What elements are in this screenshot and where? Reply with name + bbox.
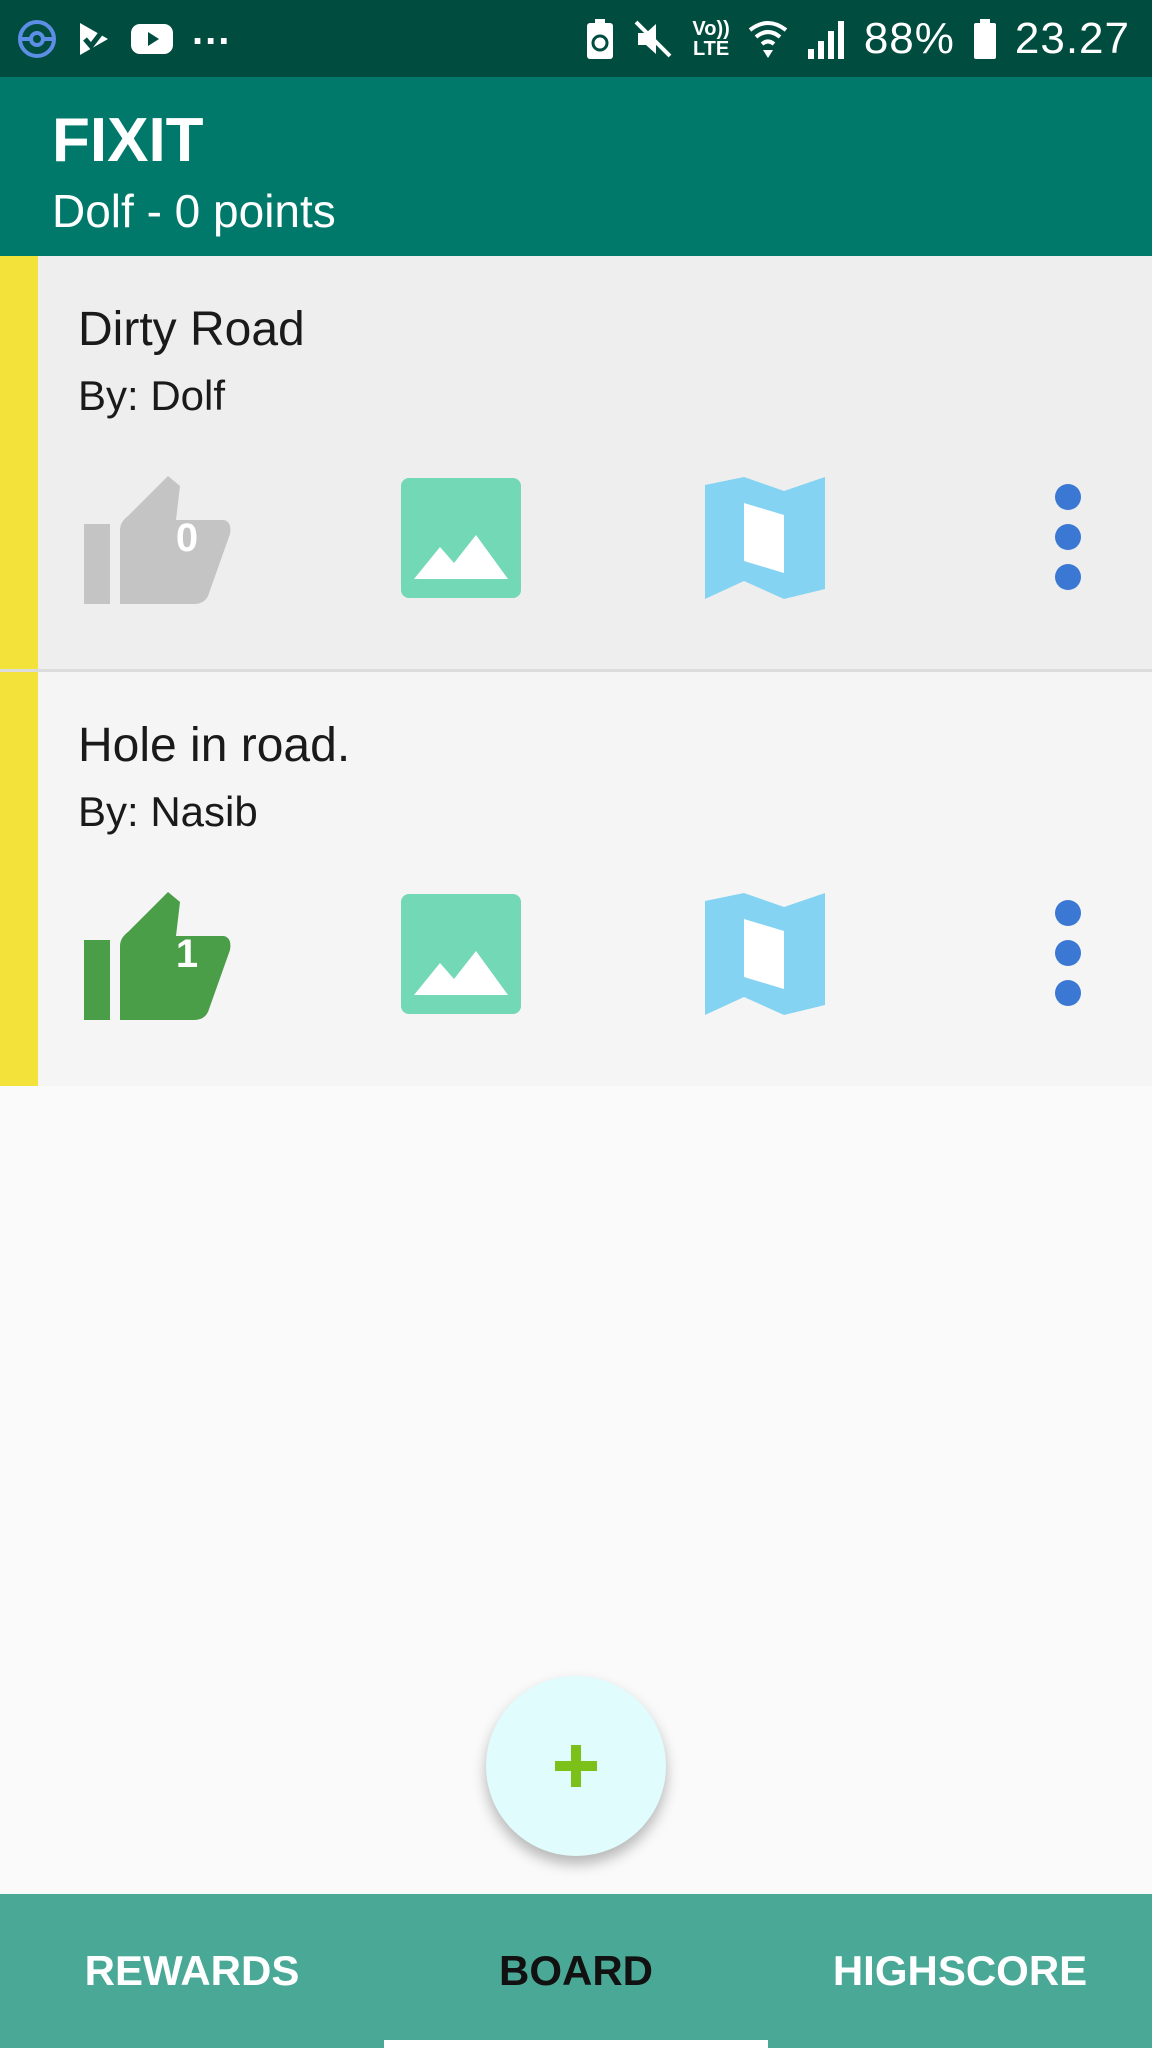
more-vert-icon: [1055, 900, 1081, 1006]
status-right: Vo)) LTE 88% 23.27: [586, 14, 1130, 64]
map-button[interactable]: [702, 888, 828, 1020]
like-count: 0: [175, 516, 199, 560]
battery-saver-icon: [587, 18, 614, 59]
image-icon: [401, 894, 521, 1014]
issue-title: Dirty Road: [78, 303, 305, 356]
youtube-icon: [131, 23, 173, 54]
image-button[interactable]: [398, 472, 524, 604]
user-points: Dolf - 0 points: [52, 185, 336, 237]
image-button[interactable]: [398, 888, 524, 1020]
issue-card[interactable]: Dirty Road By: Dolf 0: [0, 256, 1152, 672]
more-vert-icon: [1055, 484, 1081, 590]
issue-author: By: Dolf: [78, 372, 226, 419]
map-icon: [705, 477, 825, 599]
app-title: FIXIT: [52, 106, 204, 175]
wifi-icon: [748, 20, 788, 58]
volte-icon: Vo)) LTE: [692, 19, 729, 59]
tab-board[interactable]: BOARD: [384, 1894, 768, 2048]
clock: 23.27: [1014, 13, 1130, 63]
status-stripe: [0, 672, 38, 1086]
active-tab-indicator: [384, 2040, 768, 2048]
add-issue-button[interactable]: [486, 1676, 666, 1856]
battery-percent: 88%: [863, 13, 955, 63]
thumbs-up-icon: [84, 892, 231, 1020]
tab-highscore[interactable]: HIGHSCORE: [768, 1894, 1152, 2048]
thumbs-up-icon: [84, 476, 231, 604]
more-options-button[interactable]: [1036, 472, 1100, 604]
map-icon: [705, 893, 825, 1015]
volte-top: Vo)): [692, 17, 730, 40]
status-stripe: [0, 256, 38, 669]
bottom-navigation: REWARDS BOARD HIGHSCORE: [0, 1894, 1152, 2048]
more-options-button[interactable]: [1036, 888, 1100, 1020]
like-button[interactable]: 1: [80, 888, 236, 1020]
issue-title: Hole in road.: [78, 719, 351, 772]
like-count: 1: [175, 932, 199, 976]
volte-bottom: LTE: [692, 37, 730, 60]
issue-card[interactable]: Hole in road. By: Nasib 1: [0, 672, 1152, 1086]
like-button[interactable]: 0: [80, 472, 236, 604]
check-icon: [80, 22, 108, 55]
status-bar: ... Vo)) LTE 88% 23.27: [0, 0, 1152, 77]
map-button[interactable]: [702, 472, 828, 604]
app-bar: FIXIT Dolf - 0 points: [0, 77, 1152, 256]
mute-icon: [634, 20, 672, 57]
status-overflow: ...: [192, 9, 232, 53]
plus-icon: [555, 1745, 597, 1787]
signal-icon: [807, 20, 844, 59]
image-icon: [401, 478, 521, 598]
tab-rewards[interactable]: REWARDS: [0, 1894, 384, 2048]
battery-icon: [973, 18, 996, 59]
issue-author: By: Nasib: [78, 788, 258, 835]
status-left: ...: [16, 9, 231, 60]
pokeball-icon: [18, 19, 56, 58]
